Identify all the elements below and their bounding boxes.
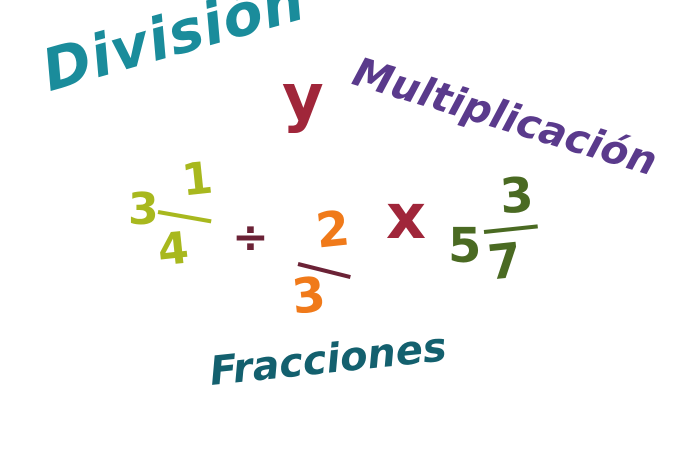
division-word: División — [34, 0, 313, 105]
title-graphic: División y Multiplicación 3 1 4 ÷ 2 3 x … — [0, 0, 678, 456]
mixed3-numerator: 3 — [498, 166, 536, 226]
divide-symbol: ÷ — [232, 212, 269, 263]
mixed3-denominator: 7 — [485, 232, 525, 292]
multiplication-word: Multiplicación — [347, 49, 663, 186]
mixed3-whole: 5 — [448, 218, 482, 274]
conjunction-word: y — [282, 61, 324, 135]
mixed1-denominator: 4 — [155, 222, 192, 277]
times-symbol: x — [386, 180, 426, 253]
mixed1-numerator: 1 — [179, 152, 216, 207]
mixed1-whole: 3 — [128, 184, 159, 235]
fraction2-numerator: 2 — [313, 200, 353, 260]
mixed1-fraction-bar — [157, 210, 212, 224]
subject-word: Fracciones — [207, 324, 449, 395]
fraction2-denominator: 3 — [289, 266, 329, 326]
